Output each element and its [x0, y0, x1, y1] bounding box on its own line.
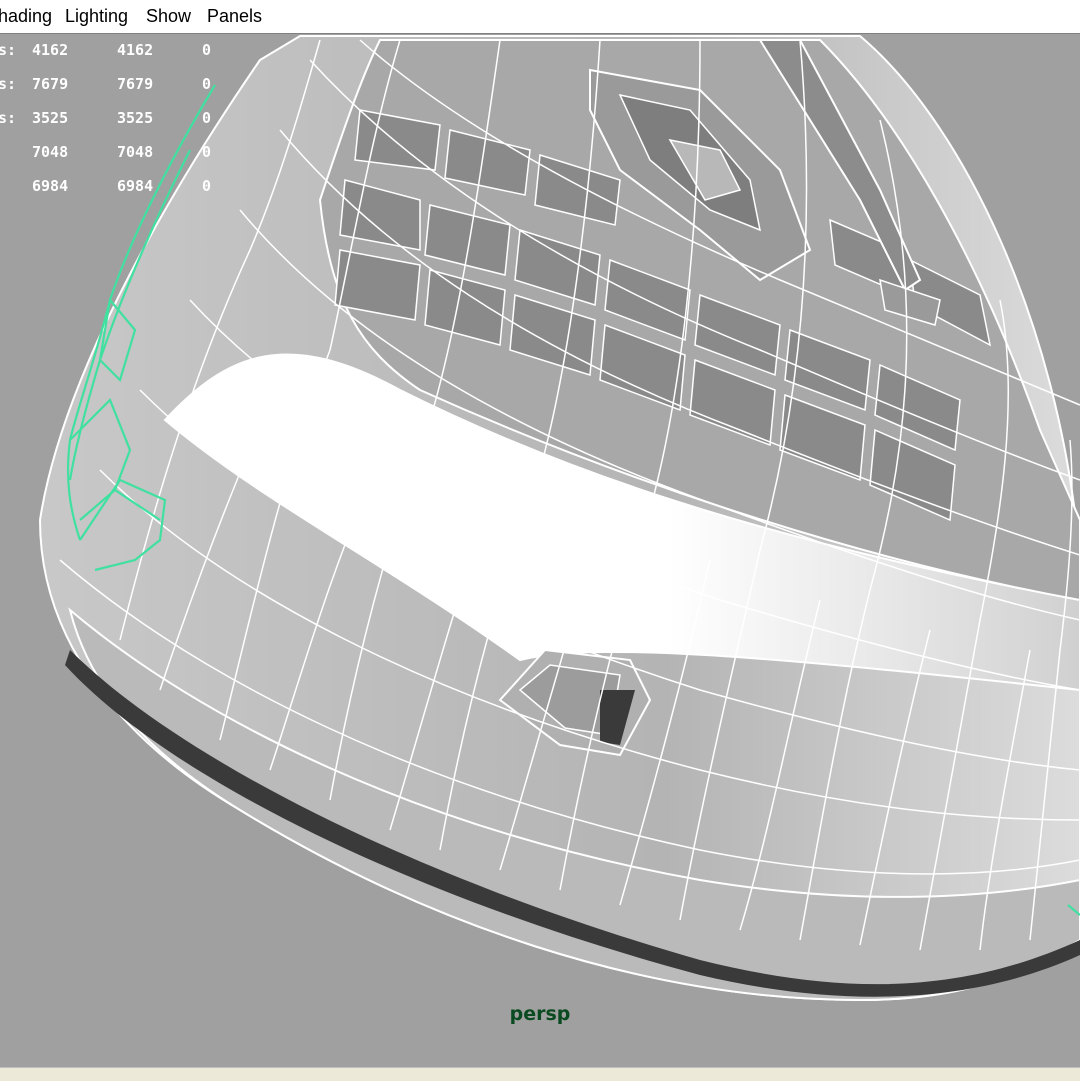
hud-row-vertices: s: 4162 4162 0 [0, 41, 260, 65]
hud-value-selected: 3525 [117, 109, 154, 127]
hud-value-extra: 0 [202, 143, 212, 161]
hud-value-extra: 0 [202, 41, 212, 59]
hud-label: s: [0, 75, 17, 93]
hud-value-extra: 0 [202, 75, 212, 93]
hud-value-extra: 0 [202, 177, 212, 195]
panel-menu-bar: hading Lighting Show Panels [0, 0, 1080, 34]
hud-value-selected: 4162 [117, 41, 154, 59]
status-bar [0, 1067, 1080, 1081]
hud-value-selected: 6984 [117, 177, 154, 195]
hud-row-faces: s: 3525 3525 0 [0, 109, 260, 133]
menu-shading[interactable]: hading [0, 6, 52, 27]
hud-value-object: 7679 [32, 75, 69, 93]
hud-label: s: [0, 41, 17, 59]
hud-label: s: [0, 109, 17, 127]
hud-value-selected: 7679 [117, 75, 154, 93]
menu-lighting[interactable]: Lighting [65, 6, 128, 27]
hud-value-selected: 7048 [117, 143, 154, 161]
hud-row-uvs: 6984 6984 0 [0, 177, 260, 201]
menu-show[interactable]: Show [146, 6, 191, 27]
camera-name-label: persp [509, 1003, 571, 1025]
hud-value-object: 7048 [32, 143, 69, 161]
hud-value-object: 6984 [32, 177, 69, 195]
hud-value-extra: 0 [202, 109, 212, 127]
hud-value-object: 3525 [32, 109, 69, 127]
hud-row-edges: s: 7679 7679 0 [0, 75, 260, 99]
perspective-viewport[interactable]: s: 4162 4162 0 s: 7679 7679 0 s: 3525 35… [0, 35, 1080, 1067]
hud-value-object: 4162 [32, 41, 69, 59]
menu-panels[interactable]: Panels [207, 6, 262, 27]
hud-row-triangles: 7048 7048 0 [0, 143, 260, 167]
